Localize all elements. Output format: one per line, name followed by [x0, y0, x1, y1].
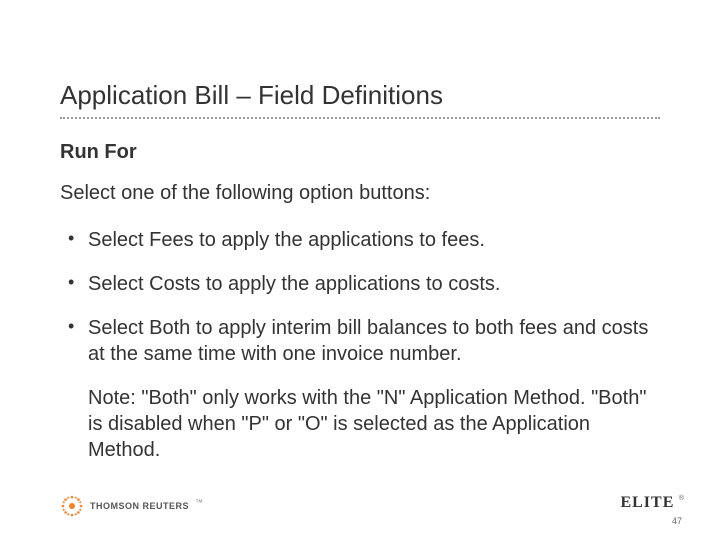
list-item: Select Costs to apply the applications t… [60, 271, 660, 297]
bullet-list: Select Fees to apply the applications to… [60, 227, 660, 367]
registered-icon: ® [679, 495, 684, 502]
brand-right-label: ELITE [620, 494, 674, 511]
lead-text: Select one of the following option butto… [60, 182, 660, 205]
thomson-reuters-logo: THOMSON REUTERS ™ [60, 494, 203, 518]
sunburst-icon [60, 494, 84, 518]
list-item: Select Both to apply interim bill balanc… [60, 315, 660, 367]
elite-logo: ELITE ® [620, 494, 684, 512]
page-number: 47 [672, 516, 682, 526]
slide-title: Application Bill – Field Definitions [60, 80, 660, 119]
slide: Application Bill – Field Definitions Run… [0, 0, 720, 540]
list-item: Select Fees to apply the applications to… [60, 227, 660, 253]
trademark-icon: ™ [195, 498, 203, 507]
footer: THOMSON REUTERS ™ ELITE ® 47 [0, 492, 720, 526]
brand-left-label: THOMSON REUTERS [90, 501, 189, 511]
note-text: Note: "Both" only works with the "N" App… [60, 385, 660, 463]
section-subheading: Run For [60, 141, 660, 164]
